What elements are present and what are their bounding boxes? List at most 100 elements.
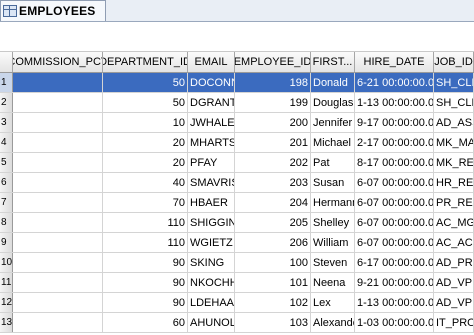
- cell-department-id[interactable]: 50: [103, 73, 188, 92]
- cell-employee-id[interactable]: 103: [235, 313, 311, 332]
- table-row[interactable]: 3 10 JWHALEN 200 Jennifer 9-17 00:00:00.…: [0, 113, 474, 133]
- cell-email[interactable]: SKING: [188, 253, 235, 272]
- table-row[interactable]: 2 50 DGRANT 199 Douglas 1-13 00:00:00.0 …: [0, 93, 474, 113]
- row-number[interactable]: 12: [0, 293, 13, 312]
- cell-job-id[interactable]: HR_REP: [434, 173, 474, 192]
- cell-hire-date[interactable]: 6-07 00:00:00.0: [355, 173, 434, 192]
- cell-job-id[interactable]: SH_CLERI: [434, 93, 474, 112]
- cell-job-id[interactable]: SH_CLERI: [434, 73, 474, 92]
- cell-hire-date[interactable]: 8-17 00:00:00.0: [355, 153, 434, 172]
- cell-email[interactable]: DGRANT: [188, 93, 235, 112]
- cell-employee-id[interactable]: 205: [235, 213, 311, 232]
- cell-first-name[interactable]: Pat: [311, 153, 355, 172]
- cell-employee-id[interactable]: 198: [235, 73, 311, 92]
- cell-hire-date[interactable]: 1-03 00:00:00.0: [355, 313, 434, 332]
- cell-employee-id[interactable]: 200: [235, 113, 311, 132]
- cell-first-name[interactable]: Shelley: [311, 213, 355, 232]
- cell-email[interactable]: HBAER: [188, 193, 235, 212]
- cell-hire-date[interactable]: 2-17 00:00:00.0: [355, 133, 434, 152]
- cell-email[interactable]: MHARTST: [188, 133, 235, 152]
- cell-job-id[interactable]: AD_PRES: [434, 253, 474, 272]
- cell-first-name[interactable]: Jennifer: [311, 113, 355, 132]
- cell-first-name[interactable]: Hermann: [311, 193, 355, 212]
- row-number[interactable]: 3: [0, 113, 13, 132]
- table-row[interactable]: 8 110 SHIGGINS 205 Shelley 6-07 00:00:00…: [0, 213, 474, 233]
- cell-job-id[interactable]: AC_MGR: [434, 213, 474, 232]
- row-number[interactable]: 9: [0, 233, 13, 252]
- cell-commission-pct[interactable]: [13, 173, 103, 192]
- table-row[interactable]: 9 110 WGIETZ 206 William 6-07 00:00:00.0…: [0, 233, 474, 253]
- column-header-job-id[interactable]: JOB_ID: [434, 52, 474, 72]
- cell-employee-id[interactable]: 202: [235, 153, 311, 172]
- cell-department-id[interactable]: 90: [103, 253, 188, 272]
- row-number[interactable]: 4: [0, 133, 13, 152]
- cell-commission-pct[interactable]: [13, 73, 103, 92]
- table-row[interactable]: 4 20 MHARTST 201 Michael 2-17 00:00:00.0…: [0, 133, 474, 153]
- cell-email[interactable]: PFAY: [188, 153, 235, 172]
- cell-employee-id[interactable]: 101: [235, 273, 311, 292]
- cell-email[interactable]: LDEHAAN: [188, 293, 235, 312]
- cell-department-id[interactable]: 90: [103, 293, 188, 312]
- cell-commission-pct[interactable]: [13, 313, 103, 332]
- cell-commission-pct[interactable]: [13, 133, 103, 152]
- cell-job-id[interactable]: MK_REP: [434, 153, 474, 172]
- cell-department-id[interactable]: 10: [103, 113, 188, 132]
- row-number[interactable]: 6: [0, 173, 13, 192]
- cell-email[interactable]: SMAVRIS: [188, 173, 235, 192]
- cell-first-name[interactable]: Donald: [311, 73, 355, 92]
- cell-department-id[interactable]: 90: [103, 273, 188, 292]
- cell-employee-id[interactable]: 206: [235, 233, 311, 252]
- table-row[interactable]: 6 40 SMAVRIS 203 Susan 6-07 00:00:00.0 H…: [0, 173, 474, 193]
- cell-commission-pct[interactable]: [13, 193, 103, 212]
- cell-email[interactable]: WGIETZ: [188, 233, 235, 252]
- cell-first-name[interactable]: Steven: [311, 253, 355, 272]
- table-row[interactable]: 10 90 SKING 100 Steven 6-17 00:00:00.0 A…: [0, 253, 474, 273]
- cell-commission-pct[interactable]: [13, 93, 103, 112]
- cell-email[interactable]: SHIGGINS: [188, 213, 235, 232]
- cell-job-id[interactable]: AD_ASST: [434, 113, 474, 132]
- cell-first-name[interactable]: Alexande: [311, 313, 355, 332]
- cell-commission-pct[interactable]: [13, 153, 103, 172]
- row-number[interactable]: 5: [0, 153, 13, 172]
- cell-email[interactable]: NKOCHHA: [188, 273, 235, 292]
- cell-email[interactable]: DOCONNI: [188, 73, 235, 92]
- cell-email[interactable]: AHUNOLD: [188, 313, 235, 332]
- row-number[interactable]: 8: [0, 213, 13, 232]
- table-row[interactable]: 7 70 HBAER 204 Hermann 6-07 00:00:00.0 P…: [0, 193, 474, 213]
- row-number[interactable]: 13: [0, 313, 13, 332]
- cell-employee-id[interactable]: 199: [235, 93, 311, 112]
- cell-department-id[interactable]: 20: [103, 133, 188, 152]
- cell-commission-pct[interactable]: [13, 253, 103, 272]
- cell-job-id[interactable]: MK_MAN: [434, 133, 474, 152]
- cell-email[interactable]: JWHALEN: [188, 113, 235, 132]
- table-row[interactable]: 11 90 NKOCHHA 101 Neena 9-21 00:00:00.0 …: [0, 273, 474, 293]
- cell-first-name[interactable]: Susan: [311, 173, 355, 192]
- cell-first-name[interactable]: Lex: [311, 293, 355, 312]
- cell-commission-pct[interactable]: [13, 213, 103, 232]
- cell-first-name[interactable]: Douglas: [311, 93, 355, 112]
- cell-hire-date[interactable]: 6-07 00:00:00.0: [355, 233, 434, 252]
- table-row[interactable]: 12 90 LDEHAAN 102 Lex 1-13 00:00:00.0 AD…: [0, 293, 474, 313]
- cell-commission-pct[interactable]: [13, 233, 103, 252]
- tab-employees[interactable]: EMPLOYEES: [0, 0, 106, 21]
- cell-department-id[interactable]: 40: [103, 173, 188, 192]
- cell-job-id[interactable]: IT_PROG: [434, 313, 474, 332]
- cell-first-name[interactable]: Michael: [311, 133, 355, 152]
- table-row[interactable]: 5 20 PFAY 202 Pat 8-17 00:00:00.0 MK_REP: [0, 153, 474, 173]
- cell-department-id[interactable]: 110: [103, 233, 188, 252]
- table-row[interactable]: 1 50 DOCONNI 198 Donald 6-21 00:00:00.0 …: [0, 73, 474, 93]
- cell-department-id[interactable]: 60: [103, 313, 188, 332]
- cell-commission-pct[interactable]: [13, 293, 103, 312]
- column-header-employee-id[interactable]: EMPLOYEE_ID: [235, 52, 311, 72]
- cell-employee-id[interactable]: 102: [235, 293, 311, 312]
- cell-first-name[interactable]: Neena: [311, 273, 355, 292]
- cell-hire-date[interactable]: 9-17 00:00:00.0: [355, 113, 434, 132]
- cell-hire-date[interactable]: 6-17 00:00:00.0: [355, 253, 434, 272]
- cell-employee-id[interactable]: 100: [235, 253, 311, 272]
- cell-hire-date[interactable]: 6-07 00:00:00.0: [355, 193, 434, 212]
- cell-job-id[interactable]: AD_VP: [434, 273, 474, 292]
- cell-hire-date[interactable]: 9-21 00:00:00.0: [355, 273, 434, 292]
- cell-department-id[interactable]: 110: [103, 213, 188, 232]
- cell-hire-date[interactable]: 1-13 00:00:00.0: [355, 93, 434, 112]
- cell-department-id[interactable]: 70: [103, 193, 188, 212]
